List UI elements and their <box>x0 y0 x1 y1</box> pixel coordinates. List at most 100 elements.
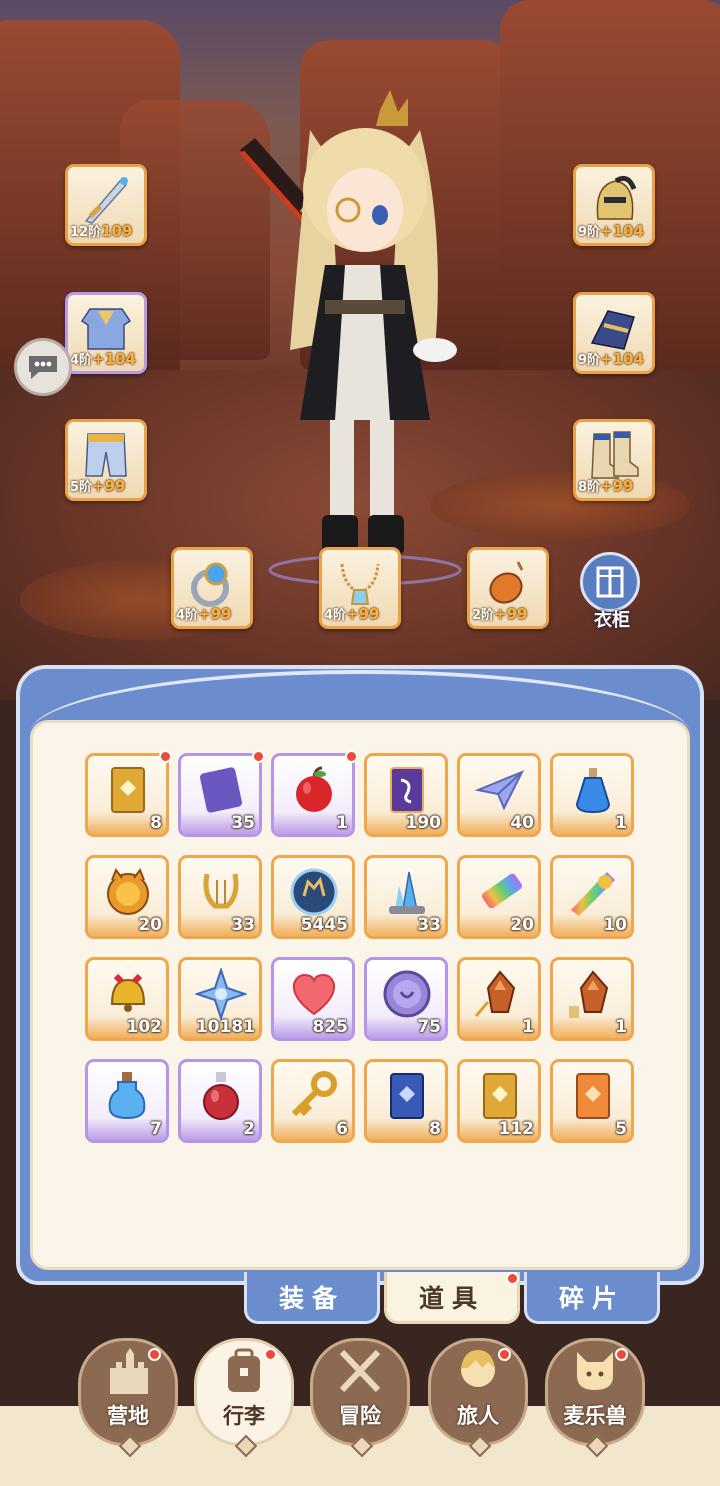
nav-label: 旅人 <box>457 1404 499 1428</box>
bubble-orb-icon <box>290 868 338 916</box>
tab-items[interactable]: 道具 <box>384 1272 520 1324</box>
item-slot[interactable]: 33 <box>178 855 262 939</box>
item-count: 2 <box>243 1119 255 1139</box>
apple-icon <box>296 766 332 812</box>
bottom-nav: 营地 行李 冒险 旅人 麦乐兽 <box>0 1338 720 1486</box>
item-slot[interactable]: 8 <box>364 1059 448 1143</box>
equip-slot-pants[interactable]: 5阶+99 <box>65 419 147 501</box>
equip-tag: 4阶+99 <box>324 604 396 624</box>
nav-luggage[interactable]: 行李 <box>194 1338 294 1458</box>
equip-tag: 8阶+99 <box>578 476 650 496</box>
purple-coin-icon <box>383 970 431 1018</box>
equip-slot-necklace[interactable]: 4阶+99 <box>319 547 401 629</box>
tab-equipment[interactable]: 装备 <box>244 1272 380 1324</box>
tier-label: 9阶 <box>578 353 601 368</box>
item-slot[interactable]: 2 <box>178 1059 262 1143</box>
castle-icon <box>110 1348 148 1394</box>
scroll-clip <box>33 1159 687 1267</box>
item-slot[interactable]: 1 <box>271 753 355 837</box>
item-slot[interactable]: 10 <box>550 855 634 939</box>
item-slot[interactable]: 10181 <box>178 957 262 1041</box>
item-slot[interactable]: 35 <box>178 753 262 837</box>
item-slot[interactable]: 190 <box>364 753 448 837</box>
item-slot[interactable]: 20 <box>85 855 169 939</box>
tier-label: 5阶 <box>70 480 93 495</box>
equip-slot-ring[interactable]: 4阶+99 <box>171 547 253 629</box>
notification-dot <box>252 750 265 763</box>
nav-camp[interactable]: 营地 <box>78 1338 178 1458</box>
chat-button[interactable] <box>14 338 72 396</box>
blue-card-icon <box>390 1073 424 1119</box>
tier-label: 8阶 <box>578 480 601 495</box>
rainbow-tube-icon <box>482 873 522 909</box>
boot-ore-icon <box>569 970 609 1018</box>
red-flask-icon <box>203 1072 239 1120</box>
nav-label: 冒险 <box>339 1404 381 1428</box>
tab-fragments[interactable]: 碎片 <box>524 1272 660 1324</box>
equip-slot-armor[interactable]: 4阶+104 <box>65 292 147 374</box>
pants-icon <box>85 433 127 477</box>
item-count: 8 <box>429 1119 441 1139</box>
level-label: +104 <box>92 350 136 368</box>
item-slot[interactable]: 1 <box>550 753 634 837</box>
notification-dot <box>615 1348 628 1361</box>
notification-dot <box>345 750 358 763</box>
equip-slot-charm[interactable]: 2阶+99 <box>467 547 549 629</box>
item-slot[interactable]: 1 <box>550 957 634 1041</box>
nav-adventure[interactable]: 冒险 <box>310 1338 410 1458</box>
notification-dot <box>264 1348 277 1361</box>
equip-slot-gloves[interactable]: 9阶+104 <box>573 292 655 374</box>
item-count: 6 <box>336 1119 348 1139</box>
level-label: +104 <box>600 222 644 240</box>
character-model[interactable] <box>230 90 480 590</box>
item-slot[interactable]: 1 <box>457 957 541 1041</box>
item-count: 8 <box>150 813 162 833</box>
equip-tag: 4阶+99 <box>176 604 248 624</box>
item-slot[interactable]: 33 <box>364 855 448 939</box>
item-slot[interactable]: 40 <box>457 753 541 837</box>
item-count: 7 <box>150 1119 162 1139</box>
item-slot[interactable]: 102 <box>85 957 169 1041</box>
item-slot[interactable]: 7 <box>85 1059 169 1143</box>
item-count: 40 <box>510 813 534 833</box>
inventory-tabs: 装备 道具 碎片 <box>244 1272 664 1327</box>
nav-travelers[interactable]: 旅人 <box>428 1338 528 1458</box>
item-count: 10 <box>603 915 627 935</box>
item-count: 33 <box>231 915 255 935</box>
chat-bubble-icon <box>29 356 57 379</box>
item-slot[interactable]: 5 <box>550 1059 634 1143</box>
item-slot[interactable]: 5445 <box>271 855 355 939</box>
level-label: +99 <box>346 605 380 623</box>
weapon-ore-icon <box>474 970 516 1017</box>
lyre-icon <box>203 873 239 909</box>
nav-pets[interactable]: 麦乐兽 <box>545 1338 645 1458</box>
equip-slot-weapon[interactable]: 12阶109 <box>65 164 147 246</box>
equip-slot-helmet[interactable]: 9阶+104 <box>573 164 655 246</box>
nav-label: 麦乐兽 <box>563 1404 627 1428</box>
blue-bottle-icon <box>108 1072 146 1120</box>
item-count: 20 <box>510 915 534 935</box>
equip-slot-boots[interactable]: 8阶+99 <box>573 419 655 501</box>
level-label: +99 <box>198 605 232 623</box>
item-slot[interactable]: 75 <box>364 957 448 1041</box>
item-count: 75 <box>417 1017 441 1037</box>
item-count: 190 <box>405 813 442 833</box>
item-count: 35 <box>231 813 255 833</box>
tier-label: 4阶 <box>176 608 199 623</box>
tier-label: 4阶 <box>70 353 93 368</box>
item-slot[interactable]: 6 <box>271 1059 355 1143</box>
equip-tag: 9阶+104 <box>578 221 650 241</box>
item-slot[interactable]: 8 <box>85 753 169 837</box>
level-label: 109 <box>101 222 133 240</box>
notification-dot <box>506 1272 519 1285</box>
wardrobe-button[interactable]: 衣柜 <box>580 552 644 631</box>
gold-card-icon <box>483 1073 517 1119</box>
equip-tag: 4阶+104 <box>70 349 142 369</box>
item-slot[interactable]: 112 <box>457 1059 541 1143</box>
item-slot[interactable]: 20 <box>457 855 541 939</box>
item-count: 1 <box>615 813 627 833</box>
item-slot[interactable]: 825 <box>271 957 355 1041</box>
paper-plane-icon <box>474 770 525 811</box>
item-count: 5445 <box>300 915 348 935</box>
level-label: +104 <box>600 350 644 368</box>
